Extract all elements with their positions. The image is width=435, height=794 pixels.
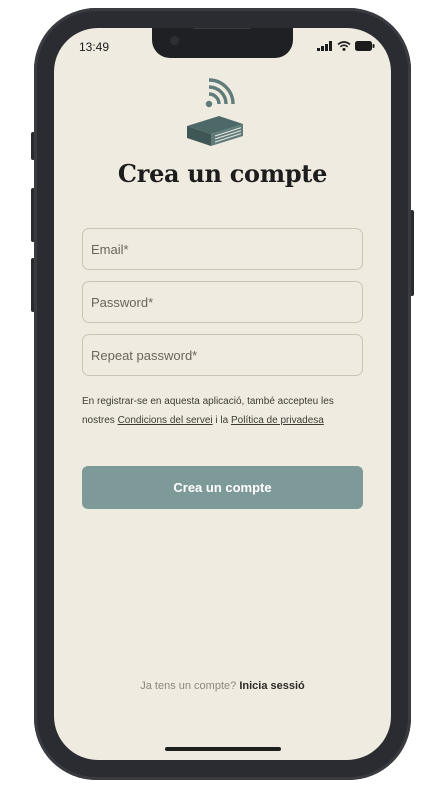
sign-in-prompt: Ja tens un compte? Inicia sessió [54, 680, 391, 692]
stage: 13:49 Crea un compte Email* En registrar… [0, 0, 435, 794]
password-field[interactable] [82, 281, 363, 323]
book-wifi-logo [187, 78, 243, 146]
page-title: Crea un compte [117, 159, 328, 188]
create-account-button[interactable]: Crea un compte [82, 466, 363, 509]
signal-icon [317, 41, 332, 51]
terms-middle: i la [212, 415, 231, 426]
sign-in-link[interactable]: Inicia sessió [239, 680, 304, 692]
status-time: 13:49 [79, 40, 110, 54]
email-field[interactable] [82, 228, 363, 270]
home-indicator [165, 747, 281, 751]
status-icons [317, 41, 375, 51]
notch [152, 28, 293, 58]
terms-text: En registrar-se en aquesta aplicació, ta… [82, 392, 367, 430]
speaker [193, 28, 251, 29]
phone-frame: 13:49 Crea un compte Email* En registrar… [34, 8, 411, 780]
front-camera [170, 36, 179, 45]
privacy-policy-link[interactable]: Política de privadesa [231, 415, 324, 426]
repeat-password-field[interactable] [82, 334, 363, 376]
has-account-text: Ja tens un compte? [140, 680, 237, 692]
wifi-icon [337, 41, 351, 51]
battery-icon [355, 41, 375, 51]
terms-of-service-link[interactable]: Condicions del servei [118, 415, 213, 426]
app-screen: 13:49 Crea un compte Email* En registrar… [54, 28, 391, 760]
